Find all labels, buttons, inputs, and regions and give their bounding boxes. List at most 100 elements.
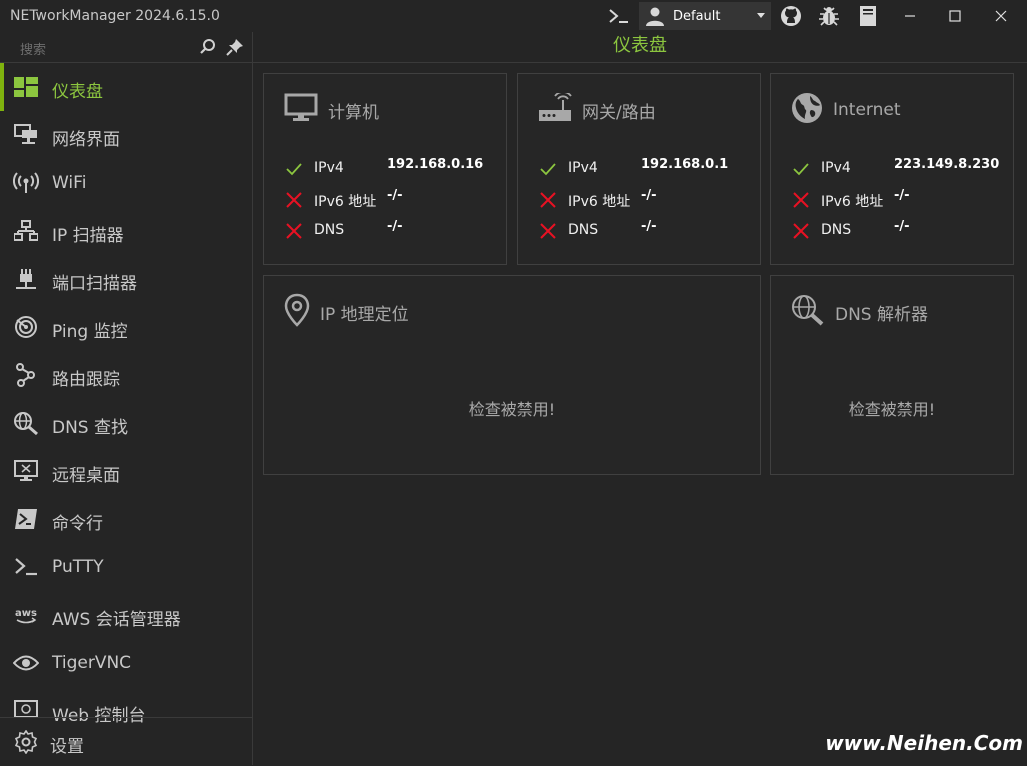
row-value: 192.168.0.1 [641, 157, 729, 172]
sidebar-item-label: 路由跟踪 [52, 370, 120, 390]
sidebar-item-label: IP 扫描器 [52, 226, 124, 246]
row-key: DNS [821, 222, 852, 238]
check-icon [793, 163, 809, 176]
row-value: -/- [894, 219, 910, 234]
card-title: Internet [833, 100, 901, 120]
page-title: 仪表盘 [253, 32, 1027, 63]
aws-icon: aws [13, 603, 39, 627]
sidebar-item-tigervnc[interactable]: TigerVNC [0, 639, 252, 687]
row-key: DNS [568, 222, 599, 238]
traceroute-icon [13, 363, 39, 387]
row-key: IPv4 [568, 160, 598, 176]
row-key: IPv4 [821, 160, 851, 176]
terminal-icon[interactable] [606, 4, 632, 28]
gateway-card: 网关/路由 IPv4 192.168.0.1 IPv6 地址 -/- DNS -… [517, 73, 761, 265]
settings-label: 设置 [50, 737, 84, 757]
check-icon [540, 163, 556, 176]
ipv6-row: IPv6 地址 -/- [284, 188, 514, 212]
profile-selector[interactable]: Default [639, 2, 771, 30]
maximize-button[interactable] [932, 0, 978, 32]
sidebar-item-network-interface[interactable]: 网络界面 [0, 111, 252, 159]
sidebar-item-label: 命令行 [52, 514, 103, 534]
sidebar-item-label: TigerVNC [52, 653, 132, 673]
card-header: IP 地理定位 [284, 293, 409, 331]
error-x-icon [793, 192, 809, 208]
github-icon[interactable] [778, 4, 804, 28]
sidebar-item-dashboard[interactable]: 仪表盘 [0, 63, 252, 111]
sidebar-item-dns-lookup[interactable]: DNS 查找 [0, 399, 252, 447]
search-input[interactable]: 搜索 [20, 39, 46, 58]
port-scanner-icon [13, 267, 39, 291]
minimize-button[interactable] [887, 0, 933, 32]
error-x-icon [540, 223, 556, 239]
svg-text:aws: aws [15, 608, 37, 619]
ipv4-row: IPv4 192.168.0.16 [284, 157, 514, 181]
sidebar-item-label: 远程桌面 [52, 466, 120, 486]
sidebar-item-wifi[interactable]: WiFi [0, 159, 252, 207]
sidebar-item-aws-session-manager[interactable]: aws AWS 会话管理器 [0, 591, 252, 639]
sidebar-item-label: DNS 查找 [52, 418, 129, 438]
ping-monitor-icon [13, 315, 39, 339]
remote-desktop-icon [13, 459, 39, 483]
row-value: -/- [894, 188, 910, 203]
check-disabled-message: 检查被禁用! [848, 400, 936, 419]
row-key: IPv6 地址 [568, 194, 631, 210]
pin-icon[interactable] [226, 38, 244, 60]
error-x-icon [286, 192, 302, 208]
row-key: IPv4 [314, 160, 344, 176]
sidebar-item-powershell[interactable]: 命令行 [0, 495, 252, 543]
book-icon[interactable] [855, 4, 881, 28]
wifi-icon [13, 171, 39, 195]
sidebar-item-putty[interactable]: PuTTY [0, 543, 252, 591]
error-x-icon [286, 223, 302, 239]
dns-row: DNS -/- [284, 219, 514, 243]
sidebar-item-remote-desktop[interactable]: 远程桌面 [0, 447, 252, 495]
title-bar: NETworkManager 2024.6.15.0 Default [0, 0, 1027, 32]
internet-card: Internet IPv4 223.149.8.230 IPv6 地址 -/- … [770, 73, 1014, 265]
sidebar-item-label: Ping 监控 [52, 322, 128, 342]
globe-search-icon [791, 294, 825, 330]
dns-row: DNS -/- [538, 219, 768, 243]
network-interface-icon [13, 123, 39, 147]
card-header: Internet [791, 92, 901, 128]
row-value: 192.168.0.16 [387, 157, 484, 172]
eye-icon [13, 651, 39, 675]
search-icon[interactable] [199, 38, 217, 60]
router-icon [538, 91, 572, 127]
close-button[interactable] [978, 0, 1024, 32]
bug-icon[interactable] [816, 4, 842, 28]
dns-resolver-card: DNS 解析器 检查被禁用! [770, 275, 1014, 475]
watermark-text: www.Neihen.Com [825, 731, 1023, 755]
sidebar-item-ping-monitor[interactable]: Ping 监控 [0, 303, 252, 351]
check-icon [286, 163, 302, 176]
row-key: DNS [314, 222, 345, 238]
row-value: -/- [387, 188, 403, 203]
sidebar-item-traceroute[interactable]: 路由跟踪 [0, 351, 252, 399]
sidebar-item-ip-scanner[interactable]: IP 扫描器 [0, 207, 252, 255]
computer-card: 计算机 IPv4 192.168.0.16 IPv6 地址 -/- DNS -/… [263, 73, 507, 265]
row-value: -/- [641, 219, 657, 234]
row-value: -/- [641, 188, 657, 203]
dns-row: DNS -/- [791, 219, 1021, 243]
chevron-down-icon [757, 13, 765, 18]
dashboard-icon [13, 75, 39, 99]
sidebar-nav: 仪表盘 网络界面 WiFi IP 扫描器 端口扫描器 Ping 监控 路由跟踪 … [0, 63, 252, 723]
card-title: IP 地理定位 [320, 304, 409, 325]
sidebar-item-port-scanner[interactable]: 端口扫描器 [0, 255, 252, 303]
sidebar-item-label: 端口扫描器 [52, 274, 137, 294]
user-icon [645, 6, 665, 26]
globe-icon [791, 92, 823, 128]
sidebar-item-label: PuTTY [52, 557, 104, 577]
settings-button[interactable]: 设置 [0, 717, 252, 766]
sidebar-item-label: AWS 会话管理器 [52, 610, 181, 630]
row-value: -/- [387, 219, 403, 234]
main-content: 仪表盘 计算机 IPv4 192.168.0.16 IPv6 地址 -/- DN… [253, 32, 1027, 765]
putty-icon [13, 555, 39, 579]
error-x-icon [540, 192, 556, 208]
search-box[interactable]: 搜索 [0, 32, 252, 63]
app-title: NETworkManager 2024.6.15.0 [10, 8, 220, 24]
sidebar: 搜索 仪表盘 网络界面 WiFi IP 扫描器 端口扫描器 Ping 监控 路由… [0, 32, 253, 765]
map-marker-icon [284, 293, 310, 331]
error-x-icon [793, 223, 809, 239]
row-key: IPv6 地址 [821, 194, 884, 210]
